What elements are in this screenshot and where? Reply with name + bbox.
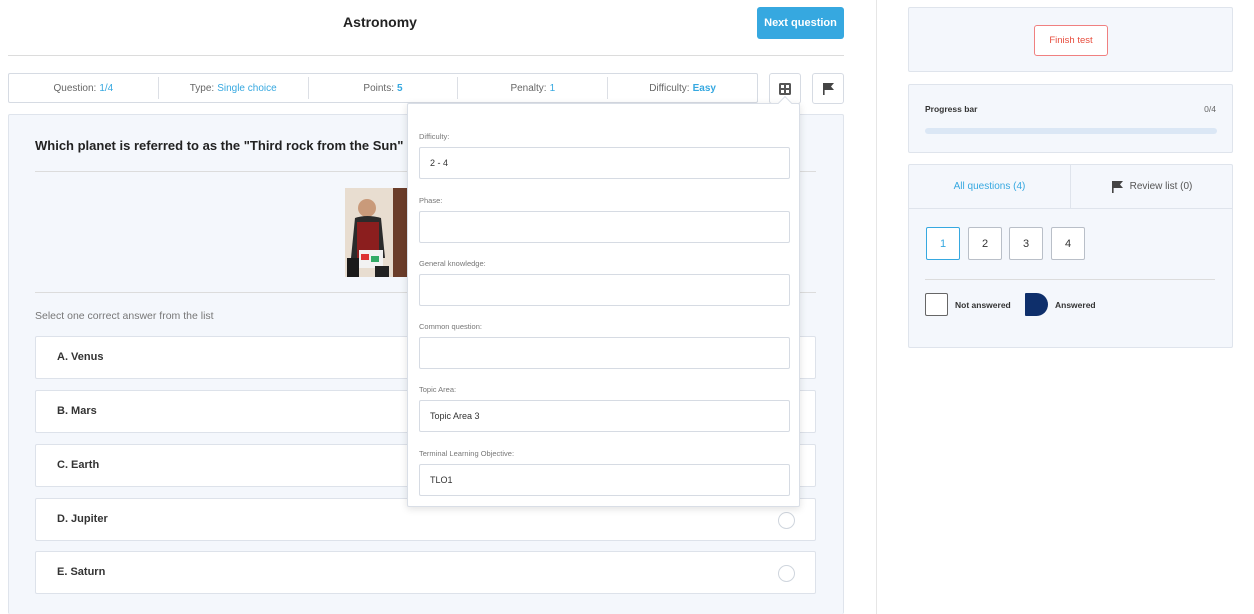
info-label: Type:	[189, 82, 215, 94]
info-points: Points: 5	[309, 77, 459, 99]
grid-icon	[779, 82, 791, 95]
finish-test-button[interactable]: Finish test	[1034, 25, 1108, 56]
legend-answered: Answered	[1055, 300, 1096, 310]
question-number-button[interactable]: 4	[1051, 227, 1085, 260]
flag-icon	[822, 82, 834, 95]
finish-panel: Finish test	[908, 7, 1233, 72]
topic-area-field[interactable]: Topic Area 3	[419, 400, 790, 432]
answer-instruction: Select one correct answer from the list	[35, 310, 214, 322]
navigator-tabs: All questions (4) Review list (0)	[909, 165, 1232, 209]
difficulty-field[interactable]: 2 - 4	[419, 147, 790, 179]
answer-option-e[interactable]: E. Saturn	[35, 551, 816, 594]
field-label: Common question:	[419, 322, 482, 331]
page-title: Astronomy	[343, 14, 417, 30]
tab-all-questions[interactable]: All questions (4)	[909, 165, 1071, 208]
tlo-field[interactable]: TLO1	[419, 464, 790, 496]
tab-review-list[interactable]: Review list (0)	[1071, 165, 1232, 208]
field-label: General knowledge:	[419, 259, 486, 268]
answer-label: C. Earth	[57, 459, 100, 471]
question-text: Which planet is referred to as the "Thir…	[35, 138, 407, 153]
next-question-button[interactable]: Next question	[757, 7, 844, 39]
column-divider	[876, 0, 877, 614]
answer-label: B. Mars	[57, 405, 97, 417]
question-image	[345, 188, 407, 277]
question-number-button[interactable]: 1	[926, 227, 960, 260]
progress-bar	[925, 128, 1217, 134]
info-penalty: Penalty: 1	[458, 77, 609, 99]
general-knowledge-field[interactable]	[419, 274, 790, 306]
info-value: Single choice	[217, 82, 277, 94]
phase-field[interactable]	[419, 211, 790, 243]
tab-review-label: Review list (0)	[1129, 181, 1193, 192]
field-label: Topic Area:	[419, 385, 457, 394]
flag-icon	[1111, 180, 1123, 193]
info-value: 1	[549, 82, 556, 94]
info-label: Difficulty:	[649, 82, 690, 94]
navigator-divider	[925, 279, 1215, 280]
progress-label: Progress bar	[925, 104, 978, 114]
header-divider	[8, 55, 844, 56]
field-label: Phase:	[419, 196, 443, 205]
flag-question-button[interactable]	[812, 73, 844, 104]
answer-radio[interactable]	[778, 512, 795, 529]
question-info-bar: Question: 1/4 Type: Single choice Points: 5…	[8, 73, 758, 103]
question-number-button[interactable]: 2	[968, 227, 1002, 260]
info-difficulty: Difficulty: Easy	[608, 77, 757, 99]
info-question: Question: 1/4	[9, 77, 159, 99]
answered-swatch	[1025, 293, 1048, 316]
answer-label: A. Venus	[57, 351, 104, 363]
info-label: Question:	[53, 82, 97, 94]
info-label: Points:	[363, 82, 394, 94]
answer-radio[interactable]	[778, 565, 795, 582]
progress-panel: Progress bar 0/4	[908, 84, 1233, 153]
field-label: Terminal Learning Objective:	[419, 449, 515, 458]
answer-label: D. Jupiter	[57, 513, 108, 525]
question-details-popup: Difficulty: 2 - 4 Phase: General knowled…	[407, 95, 800, 507]
question-navigator: All questions (4) Review list (0) 1 2 3 …	[908, 164, 1233, 348]
info-value: 5	[397, 82, 403, 94]
info-value: 1/4	[99, 82, 114, 94]
info-label: Penalty:	[510, 82, 547, 94]
field-label: Difficulty:	[419, 132, 450, 141]
answer-label: E. Saturn	[57, 566, 106, 578]
not-answered-swatch	[925, 293, 948, 316]
progress-count: 0/4	[1204, 104, 1216, 114]
info-type: Type: Single choice	[159, 77, 309, 99]
common-question-field[interactable]	[419, 337, 790, 369]
legend-not-answered: Not answered	[955, 300, 1011, 310]
info-value: Easy	[692, 82, 716, 94]
question-number-button[interactable]: 3	[1009, 227, 1043, 260]
